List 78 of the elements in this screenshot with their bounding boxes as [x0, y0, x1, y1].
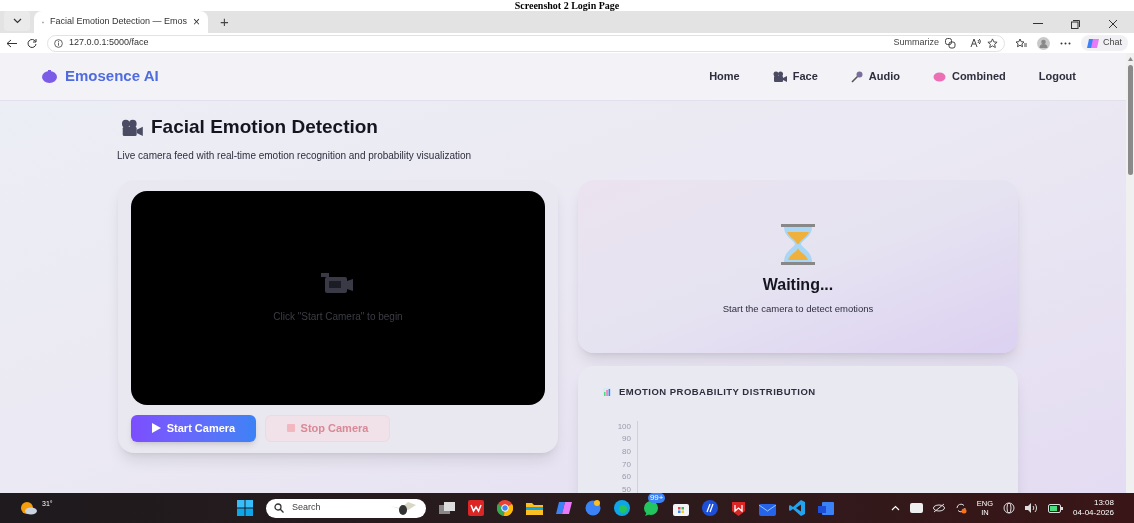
favorites-icon[interactable] [1015, 37, 1027, 49]
weather-icon[interactable] [20, 501, 38, 515]
new-tab-button[interactable]: + [220, 14, 229, 29]
start-camera-button[interactable]: Start Camera [131, 414, 256, 442]
logo-icon [42, 70, 57, 83]
chevron-up-icon[interactable] [890, 505, 900, 511]
axis-label: 100 [617, 420, 631, 433]
copilot-icon [945, 37, 956, 49]
bar-chart-icon [603, 387, 611, 396]
sync-icon[interactable] [954, 502, 967, 514]
info-icon [54, 38, 63, 48]
eye-off-icon[interactable] [932, 503, 945, 513]
hourglass-icon [780, 223, 816, 265]
back-icon[interactable] [6, 38, 17, 48]
video-camera-icon [772, 71, 787, 82]
copilot-logo-icon [1087, 37, 1099, 49]
tab-title: Facial Emotion Detection — Emos [49, 15, 187, 29]
folder-icon[interactable] [525, 501, 543, 515]
speaker-icon[interactable] [1025, 503, 1039, 513]
copilot-icon[interactable] [555, 501, 572, 515]
page-subtitle: Live camera feed with real-time emotion recognition and probability visualization [117, 148, 473, 163]
microphone-icon [850, 70, 863, 83]
restore-icon[interactable] [1071, 19, 1080, 29]
chart-title: EMOTION PROBABILITY DISTRIBUTION [619, 384, 816, 399]
cloud-icon[interactable] [909, 503, 923, 513]
notification-badge: 99+ [647, 492, 666, 503]
app-icon[interactable] [467, 500, 484, 516]
axis-label: 60 [622, 471, 631, 484]
axis-label: 50 [622, 483, 631, 493]
chevron-down-icon [12, 18, 22, 24]
video-placeholder-text: Click "Start Camera" to begin [273, 310, 403, 324]
close-tab-button[interactable]: × [193, 16, 200, 28]
chrome-icon[interactable] [496, 500, 513, 516]
nav-link[interactable]: Combined [932, 68, 1006, 85]
help-icon[interactable] [584, 500, 601, 516]
search-icon [273, 503, 284, 513]
nav-link[interactable]: Face [772, 68, 818, 85]
document-icon[interactable] [817, 500, 834, 516]
app-icon[interactable] [701, 500, 718, 516]
refresh-icon[interactable] [27, 38, 37, 48]
nav-link[interactable]: Home [709, 68, 740, 85]
browser-tab[interactable]: Facial Emotion Detection — Emos × [34, 11, 208, 33]
more-icon[interactable] [1060, 41, 1071, 45]
task-view-icon[interactable] [438, 502, 455, 514]
network-icon[interactable] [1003, 502, 1016, 514]
search-field[interactable]: Search [265, 498, 426, 518]
axis-label: 90 [622, 433, 631, 446]
nav-link[interactable]: Audio [850, 68, 900, 85]
brand-name: Emosence AI [65, 66, 159, 87]
document-caption: Screenshot 2 Login Page [514, 0, 620, 11]
scroll-up-icon [1127, 57, 1133, 61]
video-camera-icon [121, 118, 143, 136]
minimize-icon[interactable] [1033, 23, 1043, 25]
start-icon[interactable] [236, 500, 253, 516]
nav-link[interactable]: Logout [1038, 68, 1076, 85]
chat-button[interactable]: Chat [1081, 35, 1128, 51]
axis-label: 70 [622, 458, 631, 471]
brain-icon [932, 71, 946, 82]
chat-app-icon[interactable] [642, 499, 660, 517]
profile-icon[interactable] [1037, 36, 1050, 50]
summarize-button[interactable]: Summarize [893, 36, 939, 50]
battery-icon[interactable] [1048, 503, 1064, 513]
page-title: Facial Emotion Detection [151, 115, 378, 139]
clock[interactable]: 13:08 04-04-2026 [1073, 498, 1114, 518]
read-aloud-icon[interactable] [970, 38, 981, 48]
code-editor-icon[interactable] [788, 500, 805, 516]
scrollbar[interactable] [1126, 53, 1134, 493]
edge-icon[interactable] [613, 500, 630, 516]
axis-label: 80 [622, 445, 631, 458]
close-icon[interactable] [1108, 19, 1118, 29]
scrollbar-thumb[interactable] [1127, 65, 1133, 175]
stop-icon [286, 424, 295, 432]
status-text: Start the camera to detect emotions [722, 301, 874, 316]
status-title: Waiting... [762, 274, 834, 295]
play-icon [151, 423, 161, 433]
star-icon[interactable] [987, 37, 998, 49]
shield-icon[interactable] [730, 500, 746, 516]
url-text: 127.0.0.1:5000/face [69, 36, 149, 50]
